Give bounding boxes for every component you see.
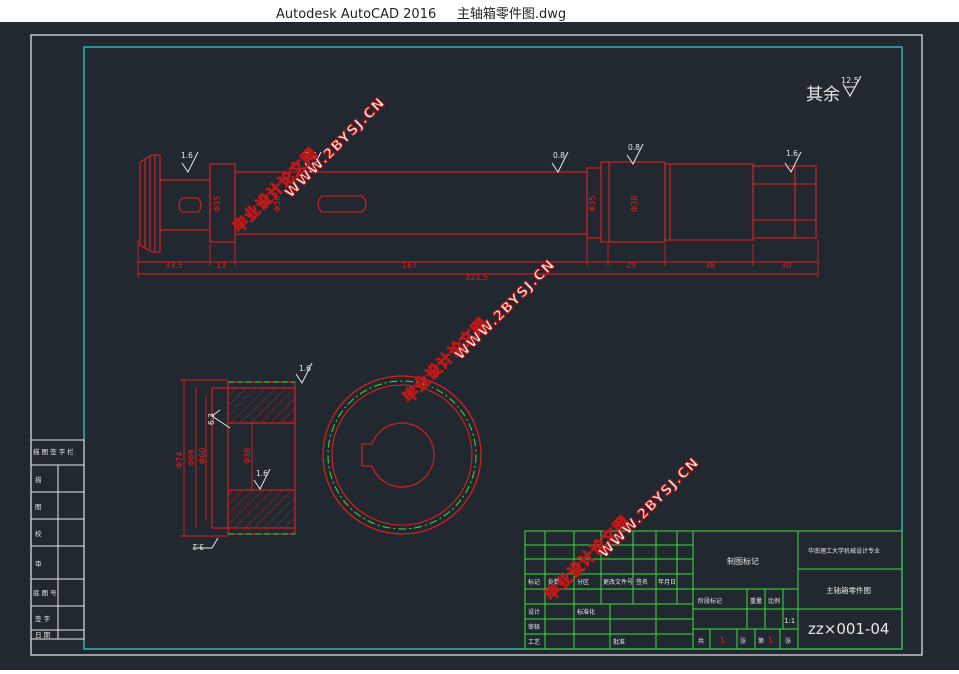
dim-29: 29 xyxy=(626,261,636,270)
side-label-1: 描 xyxy=(35,475,42,484)
roughness-note-text: 其余 xyxy=(806,85,840,105)
side-label-6: 签 字 xyxy=(35,614,51,623)
window-title: Autodesk AutoCAD 2016 主轴箱零件图.dwg xyxy=(276,7,567,22)
gear-section xyxy=(211,381,296,535)
tb-mini-15: 张 xyxy=(740,637,746,645)
tb-qty-a: 1 xyxy=(720,636,725,645)
tb-mini-5: 年月日 xyxy=(658,578,676,586)
side-label-4: 审 xyxy=(35,559,42,568)
tb-mini-14: 共 xyxy=(698,637,704,645)
dim-30: 30 xyxy=(781,261,791,270)
tb-drawing-no: zz×001-04 xyxy=(808,620,889,638)
dim-167: 167 xyxy=(402,261,417,270)
side-label-2: 图 xyxy=(35,503,42,511)
dim-13: 13 xyxy=(216,261,226,270)
dia-38: Φ38 xyxy=(630,196,639,212)
dim-38: 38 xyxy=(705,261,715,270)
gear-end-view xyxy=(322,375,482,535)
drawing-canvas[interactable]: 描 图 签 字 栏 描 图 校 审 底 图 号 签 字 日 期 其余 12.5 xyxy=(0,22,959,670)
roughness-9: 3.2 xyxy=(192,542,204,551)
roughness-3: 0.8 xyxy=(553,151,565,160)
roughness-note-value: 12.5 xyxy=(841,76,859,85)
tb-scale: 1:1 xyxy=(784,617,795,625)
inner-border xyxy=(83,46,903,650)
roughness-6: 1.6 xyxy=(299,364,311,373)
tb-mini-4: 签名 xyxy=(636,578,648,586)
side-label-5: 底 图 号 xyxy=(33,588,57,597)
window-titlebar: Autodesk AutoCAD 2016 主轴箱零件图.dwg xyxy=(0,0,959,22)
tb-mini-3: 更改文件号 xyxy=(603,578,633,586)
shaft-view xyxy=(139,154,817,253)
tb-mini-8: 审核 xyxy=(528,623,540,631)
gear-dia-60: Φ60 xyxy=(198,448,207,464)
dim-33-5: 33.5 xyxy=(165,261,183,270)
tb-mini-10: 批准 xyxy=(613,638,625,646)
side-label-7: 日 期 xyxy=(35,631,51,639)
tb-part-name: 主轴箱零件图 xyxy=(826,585,871,595)
roughness-1: 1.6 xyxy=(181,151,193,160)
tb-mini-13: 比例 xyxy=(768,597,780,605)
roughness-8: 1.6 xyxy=(256,469,268,478)
gear-bore: Φ38 xyxy=(243,448,252,464)
gear-dia-69: Φ69 xyxy=(187,450,196,466)
roughness-7: 6.3 xyxy=(207,413,216,425)
tb-mini-7: 标准化 xyxy=(577,608,595,616)
dia-35-b: Φ35 xyxy=(588,196,597,212)
tb-mini-17: 张 xyxy=(785,637,791,645)
tb-mini-6: 设计 xyxy=(528,608,540,616)
tb-mini-9: 工艺 xyxy=(528,638,540,646)
gear-dia-74: Φ74 xyxy=(175,452,184,468)
tb-mini-11: 阶段标记 xyxy=(698,597,722,605)
tb-mini-16: 第 xyxy=(758,637,764,645)
tb-label-left: 制图标记 xyxy=(727,556,759,566)
tb-school: 华南理工大学机械设计专业 xyxy=(808,547,880,555)
side-label-3: 校 xyxy=(35,529,42,538)
roughness-4: 0.8 xyxy=(628,143,640,152)
tb-qty-b: 1 xyxy=(768,636,773,645)
side-label-strip xyxy=(30,439,85,640)
side-label-0: 描 图 签 字 栏 xyxy=(33,447,74,456)
dia-35-a: Φ35 xyxy=(213,196,222,212)
roughness-5: 1.6 xyxy=(786,149,798,158)
dim-323-5: 323.5 xyxy=(465,273,488,282)
tb-mini-12: 重量 xyxy=(750,597,762,605)
tb-mini-0: 标记 xyxy=(528,578,540,586)
shaft-dimensions xyxy=(137,236,819,278)
